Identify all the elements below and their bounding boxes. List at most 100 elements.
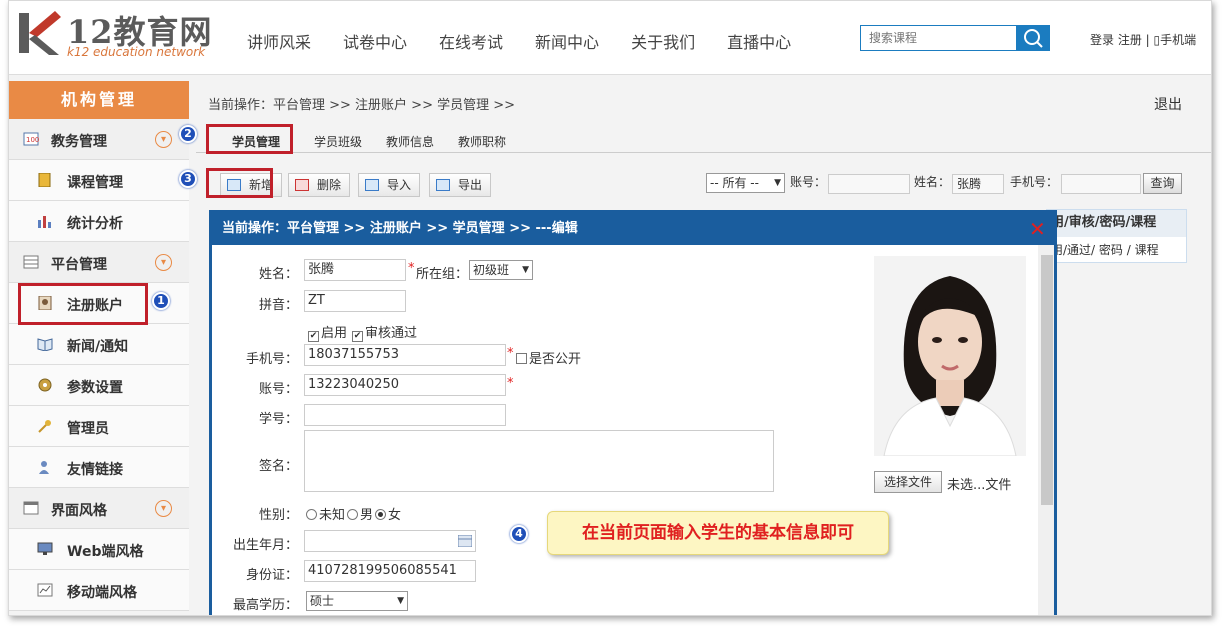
nav-item-news[interactable]: 新闻中心 xyxy=(535,29,599,53)
dialog-title: 当前操作：平台管理 >> 注册账户 >> 学员管理 >> ---编辑 xyxy=(212,213,1054,245)
birth-label: 出生年月： xyxy=(232,538,298,553)
account-field[interactable]: 13223040250 xyxy=(304,374,506,396)
sidebar-group-platform[interactable]: 平台管理 ▾ xyxy=(9,242,189,283)
dialog-scrollbar[interactable] xyxy=(1038,245,1054,615)
account-filter-label: 账号： xyxy=(790,175,827,189)
export-button[interactable]: 导出 xyxy=(429,173,492,197)
nav-item-exam-papers[interactable]: 试卷中心 xyxy=(343,29,407,53)
name-filter-label: 姓名： xyxy=(914,175,951,189)
sidebar-item-mobile-style[interactable]: 移动端风格 xyxy=(9,570,189,611)
name-filter-input[interactable]: 张腾 xyxy=(952,174,1004,194)
chevron-down-icon[interactable]: ▾ xyxy=(155,500,172,517)
table-row[interactable]: 用/通过/ 密码 / 课程 xyxy=(1047,237,1186,264)
phone-filter-input[interactable] xyxy=(1061,174,1141,194)
pinyin-field[interactable]: ZT xyxy=(304,290,406,312)
status-filter-select[interactable]: -- 所有 -- xyxy=(706,173,785,193)
open-book-icon xyxy=(37,337,53,352)
nav-item-online-exam[interactable]: 在线考试 xyxy=(439,29,503,53)
table-header: 用/审核/密码/课程 xyxy=(1047,210,1186,237)
sidebar-item-news[interactable]: 新闻/通知 xyxy=(9,324,189,365)
sidebar-item-admin[interactable]: 管理员 xyxy=(9,406,189,447)
account-filter-input[interactable] xyxy=(828,174,910,194)
login-register-links[interactable]: 登录 注册 | ▯手机端 xyxy=(1090,31,1196,48)
file-status: 未选...文件 xyxy=(947,478,1012,493)
checkbox-checked-icon: ✔ xyxy=(352,331,363,342)
required-mark: * xyxy=(507,376,514,391)
sidebar-group-ui-style[interactable]: 界面风格 ▾ xyxy=(9,488,189,529)
id-card-field[interactable]: 410728199506085541 xyxy=(304,560,476,582)
sidebar-item-label: 平台管理 xyxy=(51,257,107,273)
site-header: 12教育网 k12 education network 讲师风采 试卷中心 在线… xyxy=(9,1,1211,75)
required-mark: * xyxy=(507,346,514,361)
k-logo-icon xyxy=(19,11,61,55)
export-icon xyxy=(436,179,450,191)
required-mark: * xyxy=(408,261,415,276)
signature-textarea[interactable] xyxy=(304,430,774,492)
checkbox-checked-icon: ✔ xyxy=(308,331,319,342)
sidebar-item-label: 参数设置 xyxy=(67,380,123,396)
enable-checkbox[interactable]: ✔ 启用 xyxy=(308,322,347,342)
radio-icon xyxy=(347,509,358,520)
portrait-image xyxy=(874,256,1026,456)
step-badge-1: 1 xyxy=(152,292,170,310)
logout-link[interactable]: 退出 xyxy=(1154,94,1182,114)
calendar-icon[interactable] xyxy=(458,535,472,547)
tab-teacher-titles[interactable]: 教师职称 xyxy=(458,133,506,150)
step-badge-2: 2 xyxy=(179,125,197,143)
group-select[interactable]: 初级班 xyxy=(469,260,533,280)
pinyin-label: 拼音： xyxy=(258,298,298,313)
instruction-callout: 在当前页面输入学生的基本信息即可 xyxy=(547,511,889,555)
close-icon[interactable]: ✕ xyxy=(1029,219,1046,239)
chevron-down-icon[interactable]: ▾ xyxy=(155,131,172,148)
delete-button[interactable]: 删除 xyxy=(288,173,351,197)
highlight-register-accounts xyxy=(18,283,148,325)
scrollbar-thumb[interactable] xyxy=(1041,255,1053,505)
tab-teacher-info[interactable]: 教师信息 xyxy=(386,133,434,150)
book-icon xyxy=(37,172,53,188)
search-button[interactable] xyxy=(1016,25,1050,51)
student-no-field[interactable] xyxy=(304,404,506,426)
sidebar-item-statistics[interactable]: 统计分析 xyxy=(9,201,189,242)
sidebar-group-academic[interactable]: 100 教务管理 ▾ xyxy=(9,119,189,160)
breadcrumb: 当前操作：平台管理 >> 注册账户 >> 学员管理 >> xyxy=(208,98,516,113)
import-button[interactable]: 导入 xyxy=(358,173,421,197)
nav-item-live[interactable]: 直播中心 xyxy=(727,29,791,53)
nav-item-teachers[interactable]: 讲师风采 xyxy=(247,29,311,53)
group-label: 所在组： xyxy=(416,267,469,282)
search-input[interactable] xyxy=(861,26,1011,50)
gear-icon xyxy=(37,378,53,392)
query-button[interactable]: 查询 xyxy=(1143,173,1182,194)
chevron-down-icon[interactable]: ▾ xyxy=(155,254,172,271)
sidebar-item-label: 教务管理 xyxy=(51,134,107,150)
sidebar-item-friend-links[interactable]: 友情链接 xyxy=(9,447,189,488)
public-checkbox[interactable]: 是否公开 xyxy=(516,348,581,367)
education-select[interactable]: 硕士 xyxy=(306,591,408,611)
sidebar-item-settings[interactable]: 参数设置 xyxy=(9,365,189,406)
svg-text:100: 100 xyxy=(26,136,39,144)
gender-radio-male[interactable]: 男 xyxy=(347,504,373,523)
highlight-add-button xyxy=(206,168,273,198)
sidebar-item-label: 移动端风格 xyxy=(67,585,137,601)
phone-field[interactable]: 18037155753 xyxy=(304,344,506,366)
edit-student-dialog: 当前操作：平台管理 >> 注册账户 >> 学员管理 >> ---编辑 ✕ 姓名：… xyxy=(209,210,1057,615)
name-field[interactable]: 张腾 xyxy=(304,259,406,281)
gender-radio-female[interactable]: 女 xyxy=(375,504,401,523)
monitor-icon xyxy=(37,542,53,556)
student-no-label: 学号： xyxy=(258,412,298,427)
bar-chart-icon xyxy=(37,214,53,228)
id-card-label: 身份证： xyxy=(245,568,298,583)
logo[interactable]: 12教育网 k12 education network xyxy=(15,9,215,63)
choose-file-button[interactable]: 选择文件 xyxy=(874,471,942,493)
delete-icon xyxy=(295,179,309,191)
sidebar-item-course-management[interactable]: 课程管理 xyxy=(9,160,189,201)
nav-item-about[interactable]: 关于我们 xyxy=(631,29,695,53)
birth-date-field[interactable] xyxy=(304,530,476,552)
sidebar-item-label: 界面风格 xyxy=(51,503,107,519)
sidebar-item-label: Web端风格 xyxy=(67,544,144,560)
gender-radio-unknown[interactable]: 未知 xyxy=(306,504,345,523)
sidebar-item-label: 统计分析 xyxy=(67,216,123,232)
app-window: 12教育网 k12 education network 讲师风采 试卷中心 在线… xyxy=(8,0,1212,616)
sidebar-item-web-style[interactable]: Web端风格 xyxy=(9,529,189,570)
audit-checkbox[interactable]: ✔ 审核通过 xyxy=(352,322,417,342)
tab-student-classes[interactable]: 学员班级 xyxy=(314,133,362,150)
